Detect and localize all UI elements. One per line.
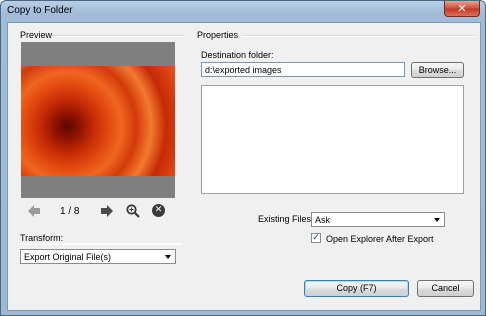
forward-arrow-icon[interactable] — [101, 205, 113, 217]
destination-folder-label: Destination folder: — [201, 50, 274, 60]
transform-select[interactable]: Export Original File(s) — [20, 249, 176, 264]
destination-folder-value: d:\exported images — [205, 65, 282, 75]
open-explorer-label: Open Explorer After Export — [326, 234, 434, 244]
window-title: Copy to Folder — [7, 5, 73, 16]
close-button[interactable]: ✕ — [444, 1, 480, 17]
chevron-down-icon — [434, 218, 440, 222]
zoom-icon[interactable] — [126, 204, 140, 218]
existing-files-selected-value: Ask — [315, 215, 331, 225]
browse-button[interactable]: Browse... — [411, 62, 464, 78]
close-icon: ✕ — [457, 2, 467, 15]
destination-folder-input[interactable]: d:\exported images — [201, 62, 405, 77]
stop-icon[interactable]: ✕ — [152, 204, 165, 217]
existing-files-label: Existing Files: — [258, 214, 314, 224]
transform-divider — [20, 243, 183, 245]
preview-image-frame — [21, 42, 175, 198]
cancel-button[interactable]: Cancel — [417, 280, 474, 297]
properties-divider — [242, 35, 474, 37]
transform-selected-value: Export Original File(s) — [24, 252, 112, 262]
dialog-body: Preview 1 / 8 ✕ Transform: Export Origin… — [7, 22, 481, 311]
transform-label: Transform: — [20, 233, 64, 243]
page-counter: 1 / 8 — [60, 206, 80, 217]
back-arrow-icon[interactable] — [28, 205, 40, 217]
open-explorer-checkbox[interactable]: ✓ — [311, 233, 321, 243]
check-icon: ✓ — [312, 233, 320, 243]
preview-image — [21, 66, 175, 176]
copy-button[interactable]: Copy (F7) — [304, 280, 409, 297]
destination-details-area[interactable] — [201, 85, 464, 194]
properties-group-label: Properties — [197, 30, 239, 40]
title-bar[interactable]: Copy to Folder ✕ — [1, 1, 485, 21]
copy-to-folder-dialog: Copy to Folder ✕ Preview 1 / 8 ✕ Transfo… — [0, 0, 486, 316]
existing-files-select[interactable]: Ask — [311, 212, 445, 227]
chevron-down-icon — [165, 255, 171, 259]
preview-divider — [53, 35, 184, 37]
preview-group-label: Preview — [20, 30, 53, 40]
